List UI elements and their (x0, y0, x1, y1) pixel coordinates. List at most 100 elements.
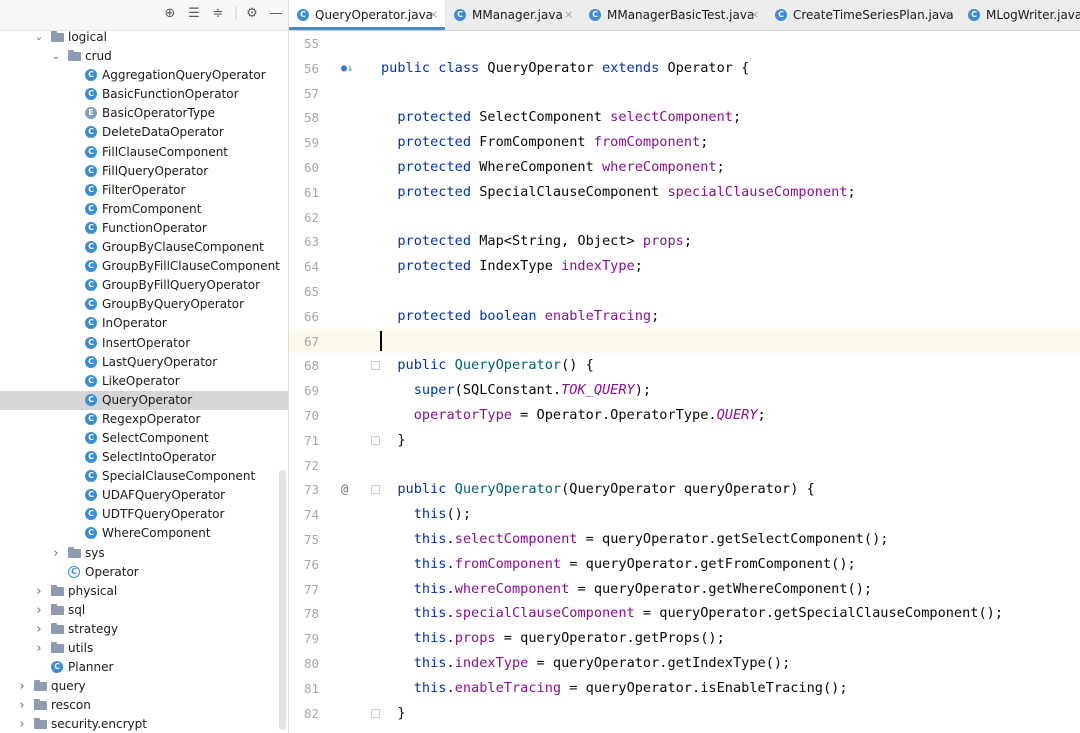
code-line[interactable]: 72 (289, 453, 1080, 478)
tab-queryoperator-java[interactable]: C QueryOperator.java × (289, 0, 445, 30)
tree-item[interactable]: C GroupByQueryOperator (0, 295, 288, 314)
chevron-right-icon[interactable]: › (33, 639, 45, 658)
tree-item[interactable]: C Planner (0, 658, 288, 677)
chevron-down-icon[interactable]: ⌄ (50, 47, 62, 66)
close-icon[interactable]: × (750, 0, 759, 30)
code-line[interactable]: 79 this.props = queryOperator.getProps()… (289, 626, 1080, 651)
code-line[interactable]: 65 (289, 279, 1080, 304)
tree-item[interactable]: C InsertOperator (0, 334, 288, 353)
tree-item[interactable]: C UDTFQueryOperator (0, 505, 288, 524)
code-line[interactable]: 59 protected FromComponent fromComponent… (289, 130, 1080, 155)
tree-item[interactable]: › sys (0, 544, 288, 563)
tree-item[interactable]: C AggregationQueryOperator (0, 66, 288, 85)
code-line[interactable]: 60 protected WhereComponent whereCompone… (289, 155, 1080, 180)
tree-item[interactable]: C GroupByFillQueryOperator (0, 276, 288, 295)
chevron-right-icon[interactable]: › (33, 620, 45, 639)
code-line[interactable]: 78 this.specialClauseComponent = queryOp… (289, 601, 1080, 626)
code-line[interactable]: 73 @ public QueryOperator(QueryOperator q… (289, 477, 1080, 502)
tree-item[interactable]: C LikeOperator (0, 372, 288, 391)
tree-item[interactable]: C Operator (0, 563, 288, 582)
code-line[interactable]: 69 super(SQLConstant.TOK_QUERY); (289, 378, 1080, 403)
chevron-right-icon[interactable]: › (16, 715, 28, 733)
tab-createtimeseriesplan-java[interactable]: C CreateTimeSeriesPlan.java × (767, 0, 959, 30)
implemented-marker-icon[interactable]: ●↓ (341, 56, 353, 81)
code-line[interactable]: 77 this.whereComponent = queryOperator.g… (289, 577, 1080, 602)
tab-mmanagerbasictest-java[interactable]: C MManagerBasicTest.java × (581, 0, 766, 30)
tree-item[interactable]: C FilterOperator (0, 181, 288, 200)
tree-item[interactable]: › sql (0, 601, 288, 620)
code-line[interactable]: 66 protected boolean enableTracing; (289, 304, 1080, 329)
chevron-down-icon[interactable]: ⌄ (33, 28, 45, 47)
line-number: 55 (303, 36, 319, 51)
code-line[interactable]: 56 ●↓ public class QueryOperator extends O… (289, 56, 1080, 81)
collapse-all-icon[interactable]: ☰ (186, 6, 202, 22)
code-line[interactable]: 76 this.fromComponent = queryOperator.ge… (289, 552, 1080, 577)
tree-item[interactable]: C BasicFunctionOperator (0, 85, 288, 104)
tree-item[interactable]: C GroupByFillClauseComponent (0, 257, 288, 276)
code-line[interactable]: 74 this(); (289, 502, 1080, 527)
code-line[interactable]: 55 (289, 31, 1080, 56)
tree-item[interactable]: C SelectComponent (0, 429, 288, 448)
crosshair-icon[interactable]: ⊕ (162, 6, 178, 22)
code-line[interactable]: 71 } (289, 428, 1080, 453)
close-icon[interactable]: × (943, 0, 952, 30)
override-marker-icon[interactable]: @ (341, 477, 348, 502)
tree-item[interactable]: ⌄ crud (0, 47, 288, 66)
code-line[interactable]: 63 protected Map<String, Object> props; (289, 229, 1080, 254)
expand-all-icon[interactable]: ≑ (210, 6, 226, 22)
tree-item[interactable]: C RegexpOperator (0, 410, 288, 429)
code-line[interactable]: 57 (289, 81, 1080, 106)
tree-item[interactable]: C WhereComponent (0, 524, 288, 543)
tree-item[interactable]: › security.encrypt (0, 715, 288, 733)
gear-icon[interactable]: ⚙ (244, 6, 260, 22)
tree-item[interactable]: › query (0, 677, 288, 696)
tree-item[interactable]: C FillClauseComponent (0, 143, 288, 162)
code-line[interactable]: 67 (289, 328, 1080, 354)
code-line[interactable]: 82 } (289, 701, 1080, 726)
chevron-right-icon[interactable]: › (33, 601, 45, 620)
tree-item[interactable]: C FunctionOperator (0, 219, 288, 238)
code-line[interactable]: 81 this.enableTracing = queryOperator.is… (289, 676, 1080, 701)
tree-item[interactable]: › strategy (0, 620, 288, 639)
tree-item[interactable]: › rescon (0, 696, 288, 715)
chevron-right-icon[interactable]: › (16, 696, 28, 715)
code-line[interactable]: 62 (289, 205, 1080, 230)
code-line[interactable]: 80 this.indexType = queryOperator.getInd… (289, 651, 1080, 676)
tree-item[interactable]: C InOperator (0, 314, 288, 333)
tree-item[interactable]: C QueryOperator (0, 390, 288, 410)
code-line[interactable]: 61 protected SpecialClauseComponent spec… (289, 180, 1080, 205)
close-icon[interactable]: × (429, 0, 438, 30)
code-line[interactable]: 70 operatorType = Operator.OperatorType.… (289, 403, 1080, 428)
code-line[interactable]: 64 protected IndexType indexType; (289, 254, 1080, 279)
tree-item[interactable]: C SpecialClauseComponent (0, 467, 288, 486)
tree-item[interactable]: C SelectIntoOperator (0, 448, 288, 467)
tree-item[interactable]: ⌄ logical (0, 28, 288, 47)
fold-toggle-icon[interactable] (371, 361, 380, 371)
tree-item-label: rescon (51, 698, 91, 713)
tree-item[interactable]: C FromComponent (0, 200, 288, 219)
chevron-right-icon[interactable]: › (50, 544, 62, 563)
tab-mmanager-java[interactable]: C MManager.java × (446, 0, 580, 30)
code-editor[interactable]: 55 56 ●↓ public class QueryOperator extends… (289, 31, 1080, 733)
fold-toggle-icon[interactable] (371, 435, 380, 445)
code-line[interactable]: 75 this.selectComponent = queryOperator.… (289, 527, 1080, 552)
tree-item[interactable]: › physical (0, 582, 288, 601)
tree-item[interactable]: E BasicOperatorType (0, 104, 288, 123)
tree-item[interactable]: C GroupByClauseComponent (0, 238, 288, 257)
fold-toggle-icon[interactable] (371, 708, 380, 718)
chevron-right-icon[interactable]: › (16, 677, 28, 696)
chevron-right-icon[interactable]: › (33, 582, 45, 601)
sidebar-scrollbar[interactable] (279, 470, 286, 730)
code-line[interactable]: 68 public QueryOperator() { (289, 353, 1080, 378)
fold-toggle-icon[interactable] (371, 485, 380, 495)
tree-item[interactable]: › utils (0, 639, 288, 658)
code-line[interactable]: 58 protected SelectComponent selectCompo… (289, 105, 1080, 130)
tab-mlogwriter-java[interactable]: C MLogWriter.java (960, 0, 1080, 30)
tree-item[interactable]: C LastQueryOperator (0, 353, 288, 372)
tree-item-label: FromComponent (102, 201, 202, 216)
tree-item[interactable]: C FillQueryOperator (0, 162, 288, 181)
close-icon[interactable]: × (564, 0, 573, 30)
tree-item[interactable]: C DeleteDataOperator (0, 123, 288, 142)
minimize-icon[interactable]: — (268, 6, 284, 22)
tree-item[interactable]: C UDAFQueryOperator (0, 486, 288, 505)
